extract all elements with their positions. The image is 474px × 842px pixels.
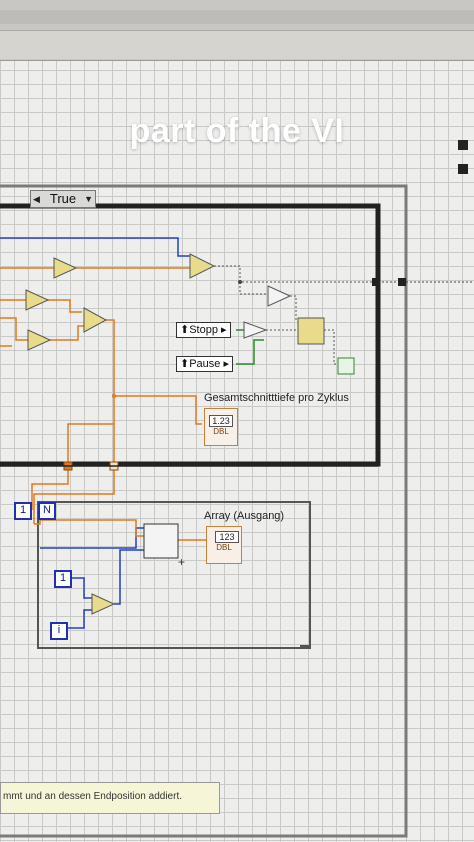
wire-dbl-5 [0,317,28,341]
stop-label: Stopp [189,324,218,336]
case-next-icon[interactable]: ▼ [84,191,93,207]
add-function-1 [83,307,108,333]
comment-text[interactable]: mmt und an dessen Endposition addiert. [0,782,220,814]
wire-bool-5 [324,329,338,365]
convert-node-1 [53,257,78,279]
wire-dbl-6 [50,325,84,341]
loop-count-constant[interactable]: 1 [14,502,32,520]
cursor-cross: + [178,555,185,569]
replace-array-subset [143,523,179,559]
wire-int-sum [114,549,144,605]
case-prev-icon[interactable]: ◀ [33,191,40,207]
not-function-2 [243,321,268,339]
avg-depth-type: DBL [213,427,229,436]
wire-dbl-9 [67,423,114,464]
array-type: DBL [216,543,232,552]
while-loop-frame [0,184,408,838]
tunnel-top-right-2 [458,164,468,174]
wire-int-top [0,237,190,257]
add-function-2 [91,593,116,615]
iteration-terminal: i [50,622,68,640]
convert-node-3 [27,329,52,351]
wire-junction-2 [238,280,242,284]
pause-label: Pause [189,358,221,370]
wire-int-const [70,577,92,599]
block-diagram[interactable]: + part of the VI ◀ True ▼ ⬆Stopp ▸ ⬆Paus… [0,0,474,842]
bundle-node [297,317,325,345]
array-indicator[interactable]: 123 DBL [206,526,242,564]
numeric-constant-one[interactable]: 1 [54,570,72,588]
wire-bool-2 [239,282,268,295]
case-selector[interactable]: ◀ True ▼ [30,190,96,208]
compare-node-1 [189,253,216,279]
wire-dbl-4 [46,299,82,313]
avg-depth-indicator[interactable]: 1.23 DBL [204,408,238,446]
loop-count-terminal[interactable]: N [38,502,56,520]
not-function [267,285,292,307]
wire-dbl-loop [34,519,144,537]
avg-depth-value: 1.23 [209,415,233,427]
case-selector-value: True [49,191,77,206]
wire-int-loop [40,527,144,549]
wire-dbl-7 [106,319,115,464]
stop-condition-icon [337,357,355,375]
convert-node-2 [25,289,50,311]
wire-dbl-8 [114,395,202,425]
overlay-title: part of the VI [129,112,345,150]
array-value: 123 [215,531,239,543]
tunnel-right-1 [372,278,380,286]
wire-int-i [66,609,92,629]
pause-icon: ⬆ [180,358,190,370]
pause-control[interactable]: ⬆Pause ▸ [176,356,233,372]
stop-icon: ⬆ [180,324,190,336]
wire-bool-1 [214,265,372,283]
avg-depth-label: Gesamtschnitttiefe pro Zyklus [204,392,349,404]
wire-bool-3 [290,295,297,322]
for-loop-corner [300,636,311,647]
wire-pause [236,339,264,365]
wire-junction-1 [112,394,116,398]
array-label: Array (Ausgang) [204,510,285,522]
tunnel-right-2 [398,278,406,286]
stop-control[interactable]: ⬆Stopp ▸ [176,322,231,338]
